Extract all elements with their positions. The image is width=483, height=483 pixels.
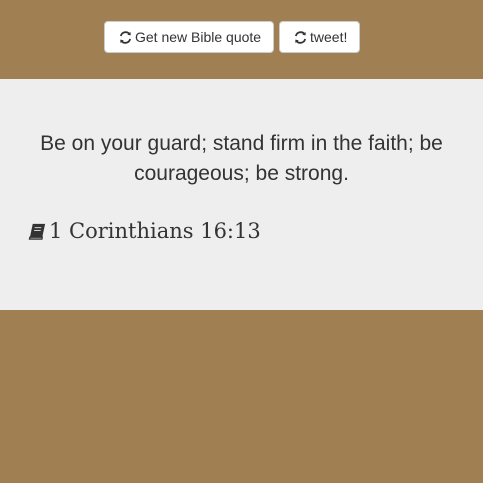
refresh-icon [294,30,307,44]
quote-source: 1 Corinthians 16:13 [28,219,261,243]
quote-panel: Be on your guard; stand firm in the fait… [0,79,483,310]
new-quote-label: Get new Bible quote [135,29,262,45]
tweet-label: tweet! [310,29,348,45]
quote-source-label: 1 Corinthians 16:13 [49,219,261,243]
tweet-button[interactable]: tweet! [279,21,360,53]
quote-text: Be on your guard; stand firm in the fait… [40,132,443,185]
toolbar: Get new Bible quote tweet! [104,21,360,53]
book-icon [28,222,47,241]
new-quote-button[interactable]: Get new Bible quote [104,21,274,53]
refresh-icon [119,30,132,44]
